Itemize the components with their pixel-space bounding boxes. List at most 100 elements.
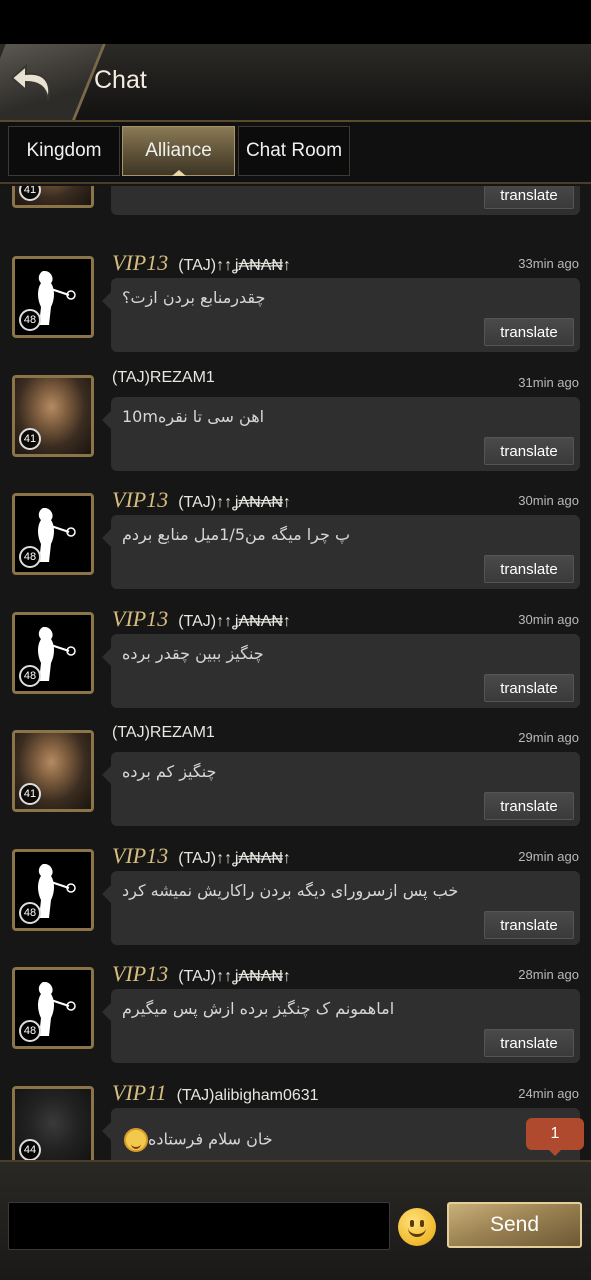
level-badge: 48	[19, 546, 41, 568]
sender-name[interactable]: (TAJ)REZAM1	[112, 724, 215, 742]
chat-message: 48 VIP13 (TAJ)↑↑ʝ₳₦₳₦↑ 33min ago چقدرمنا…	[0, 250, 591, 374]
translate-button[interactable]: translate	[484, 674, 574, 702]
chat-tabs: Kingdom Alliance Chat Room	[0, 122, 591, 184]
laughing-emoji-icon	[124, 1128, 148, 1152]
unread-count-badge[interactable]: 1	[526, 1118, 584, 1156]
sender-row: (TAJ)REZAM1	[112, 369, 215, 397]
message-bubble: پ چرا میگه من1/5میل منابع بردم translate	[102, 515, 580, 589]
level-badge: 41	[19, 783, 41, 805]
translate-button[interactable]: translate	[484, 437, 574, 465]
chat-message: 41 (TAJ)REZAM1 29min ago چنگیز کم برده t…	[0, 724, 591, 848]
avatar[interactable]: 48	[12, 967, 94, 1049]
sender-name[interactable]: (TAJ)↑↑ʝ₳₦₳₦↑	[178, 494, 291, 512]
chat-message: 48 VIP13 (TAJ)↑↑ʝ₳₦₳₦↑ 30min ago پ چرا م…	[0, 487, 591, 611]
emoji-picker-icon[interactable]	[398, 1208, 436, 1246]
message-bubble: 10mاهن سی تا نقره translate	[102, 397, 580, 471]
sender-row: VIP13 (TAJ)↑↑ʝ₳₦₳₦↑	[112, 961, 291, 989]
message-bubble: اماهمونم ک چنگیز برده ازش پس میگیرم tran…	[102, 989, 580, 1063]
message-text: خان سلام فرستاده	[148, 1129, 273, 1149]
chat-message: 48 VIP13 (TAJ)↑↑ʝ₳₦₳₦↑ 30min ago چنگیز ب…	[0, 606, 591, 730]
message-bubble: چنگیز ببین چقدر برده translate	[102, 634, 580, 708]
message-time: 30min ago	[518, 493, 579, 508]
translate-button[interactable]: translate	[484, 318, 574, 346]
avatar[interactable]: 48	[12, 849, 94, 931]
sender-name[interactable]: (TAJ)↑↑ʝ₳₦₳₦↑	[178, 968, 291, 986]
back-button[interactable]	[4, 56, 64, 110]
message-text: چقدرمنابع بردن ازت؟	[122, 288, 266, 307]
translate-button[interactable]: translate	[484, 792, 574, 820]
message-text: پ چرا میگه من1/5میل منابع بردم	[122, 525, 351, 544]
avatar[interactable]: 48	[12, 493, 94, 575]
message-text-wrap: خان سلام فرستاده	[122, 1128, 273, 1152]
message-bubble: چقدرمنابع بردن ازت؟ translate	[102, 278, 580, 352]
chat-message: 48 VIP13 (TAJ)↑↑ʝ₳₦₳₦↑ 28min ago اماهمون…	[0, 961, 591, 1085]
message-text: چنگیز ببین چقدر برده	[122, 644, 264, 663]
level-badge: 48	[19, 309, 41, 331]
sender-name[interactable]: (TAJ)REZAM1	[112, 369, 215, 387]
emoji-eye-left	[410, 1220, 414, 1227]
status-bar	[0, 0, 591, 44]
chat-message: 41 translate	[0, 186, 591, 244]
vip-badge: VIP13	[112, 606, 169, 631]
message-time: 30min ago	[518, 612, 579, 627]
tab-chat-room[interactable]: Chat Room	[238, 126, 350, 176]
message-list[interactable]: 41 translate 48 VIP13 (TAJ)↑↑ʝ₳₦₳₦↑ 33mi…	[0, 186, 591, 1160]
level-badge: 48	[19, 902, 41, 924]
vip-badge: VIP13	[112, 961, 169, 986]
message-text: اماهمونم ک چنگیز برده ازش پس میگیرم	[122, 999, 395, 1018]
avatar[interactable]: 44	[12, 1086, 94, 1160]
vip-badge: VIP11	[112, 1080, 167, 1105]
translate-button[interactable]: translate	[484, 555, 574, 583]
vip-badge: VIP13	[112, 843, 169, 868]
message-time: 29min ago	[518, 730, 579, 745]
message-text: خب پس ازسرورای دیگه بردن راکاریش نمیشه ک…	[122, 881, 459, 900]
translate-button[interactable]: translate	[484, 186, 574, 209]
message-text: چنگیز کم برده	[122, 762, 217, 781]
sender-row: VIP13 (TAJ)↑↑ʝ₳₦₳₦↑	[112, 606, 291, 634]
sender-name[interactable]: (TAJ)↑↑ʝ₳₦₳₦↑	[178, 613, 291, 631]
message-time: 33min ago	[518, 256, 579, 271]
composer-bar: Send	[0, 1160, 591, 1280]
back-arrow-icon	[10, 63, 51, 101]
message-time: 29min ago	[518, 849, 579, 864]
level-badge: 44	[19, 1139, 41, 1160]
vip-badge: VIP13	[112, 250, 169, 275]
translate-button[interactable]: translate	[484, 911, 574, 939]
message-bubble: چنگیز کم برده translate	[102, 752, 580, 826]
chat-header: Chat	[0, 44, 591, 122]
emoji-mouth	[408, 1228, 426, 1237]
level-badge: 48	[19, 1020, 41, 1042]
sender-row: VIP13 (TAJ)↑↑ʝ₳₦₳₦↑	[112, 250, 291, 278]
level-badge: 48	[19, 665, 41, 687]
sender-name[interactable]: (TAJ)alibigham0631	[177, 1087, 319, 1105]
message-bubble: خب پس ازسرورای دیگه بردن راکاریش نمیشه ک…	[102, 871, 580, 945]
tab-alliance[interactable]: Alliance	[122, 126, 235, 176]
message-text: 10mاهن سی تا نقره	[122, 407, 265, 426]
message-time: 28min ago	[518, 967, 579, 982]
avatar[interactable]: 48	[12, 612, 94, 694]
translate-button[interactable]: translate	[484, 1029, 574, 1057]
tab-kingdom[interactable]: Kingdom	[8, 126, 120, 176]
message-time: 31min ago	[518, 375, 579, 390]
message-input[interactable]	[8, 1202, 390, 1250]
sender-name[interactable]: (TAJ)↑↑ʝ₳₦₳₦↑	[178, 257, 291, 275]
send-button[interactable]: Send	[447, 1202, 582, 1248]
sender-row: (TAJ)REZAM1	[112, 724, 215, 752]
emoji-eye-right	[420, 1220, 424, 1227]
sender-name[interactable]: (TAJ)↑↑ʝ₳₦₳₦↑	[178, 850, 291, 868]
message-time: 24min ago	[518, 1086, 579, 1101]
avatar[interactable]: 41	[12, 375, 94, 457]
sender-row: VIP13 (TAJ)↑↑ʝ₳₦₳₦↑	[112, 487, 291, 515]
avatar[interactable]: 41	[12, 186, 94, 208]
page-title: Chat	[94, 66, 147, 94]
avatar[interactable]: 48	[12, 256, 94, 338]
message-bubble: translate	[111, 186, 580, 215]
chat-message: 44 VIP11 (TAJ)alibigham0631 24min ago خا…	[0, 1080, 591, 1160]
avatar[interactable]: 41	[12, 730, 94, 812]
level-badge: 41	[19, 428, 41, 450]
sender-row: VIP11 (TAJ)alibigham0631	[112, 1080, 319, 1108]
vip-badge: VIP13	[112, 487, 169, 512]
chat-message: 48 VIP13 (TAJ)↑↑ʝ₳₦₳₦↑ 29min ago خب پس ا…	[0, 843, 591, 967]
sender-row: VIP13 (TAJ)↑↑ʝ₳₦₳₦↑	[112, 843, 291, 871]
chat-message: 41 (TAJ)REZAM1 31min ago 10mاهن سی تا نق…	[0, 369, 591, 493]
